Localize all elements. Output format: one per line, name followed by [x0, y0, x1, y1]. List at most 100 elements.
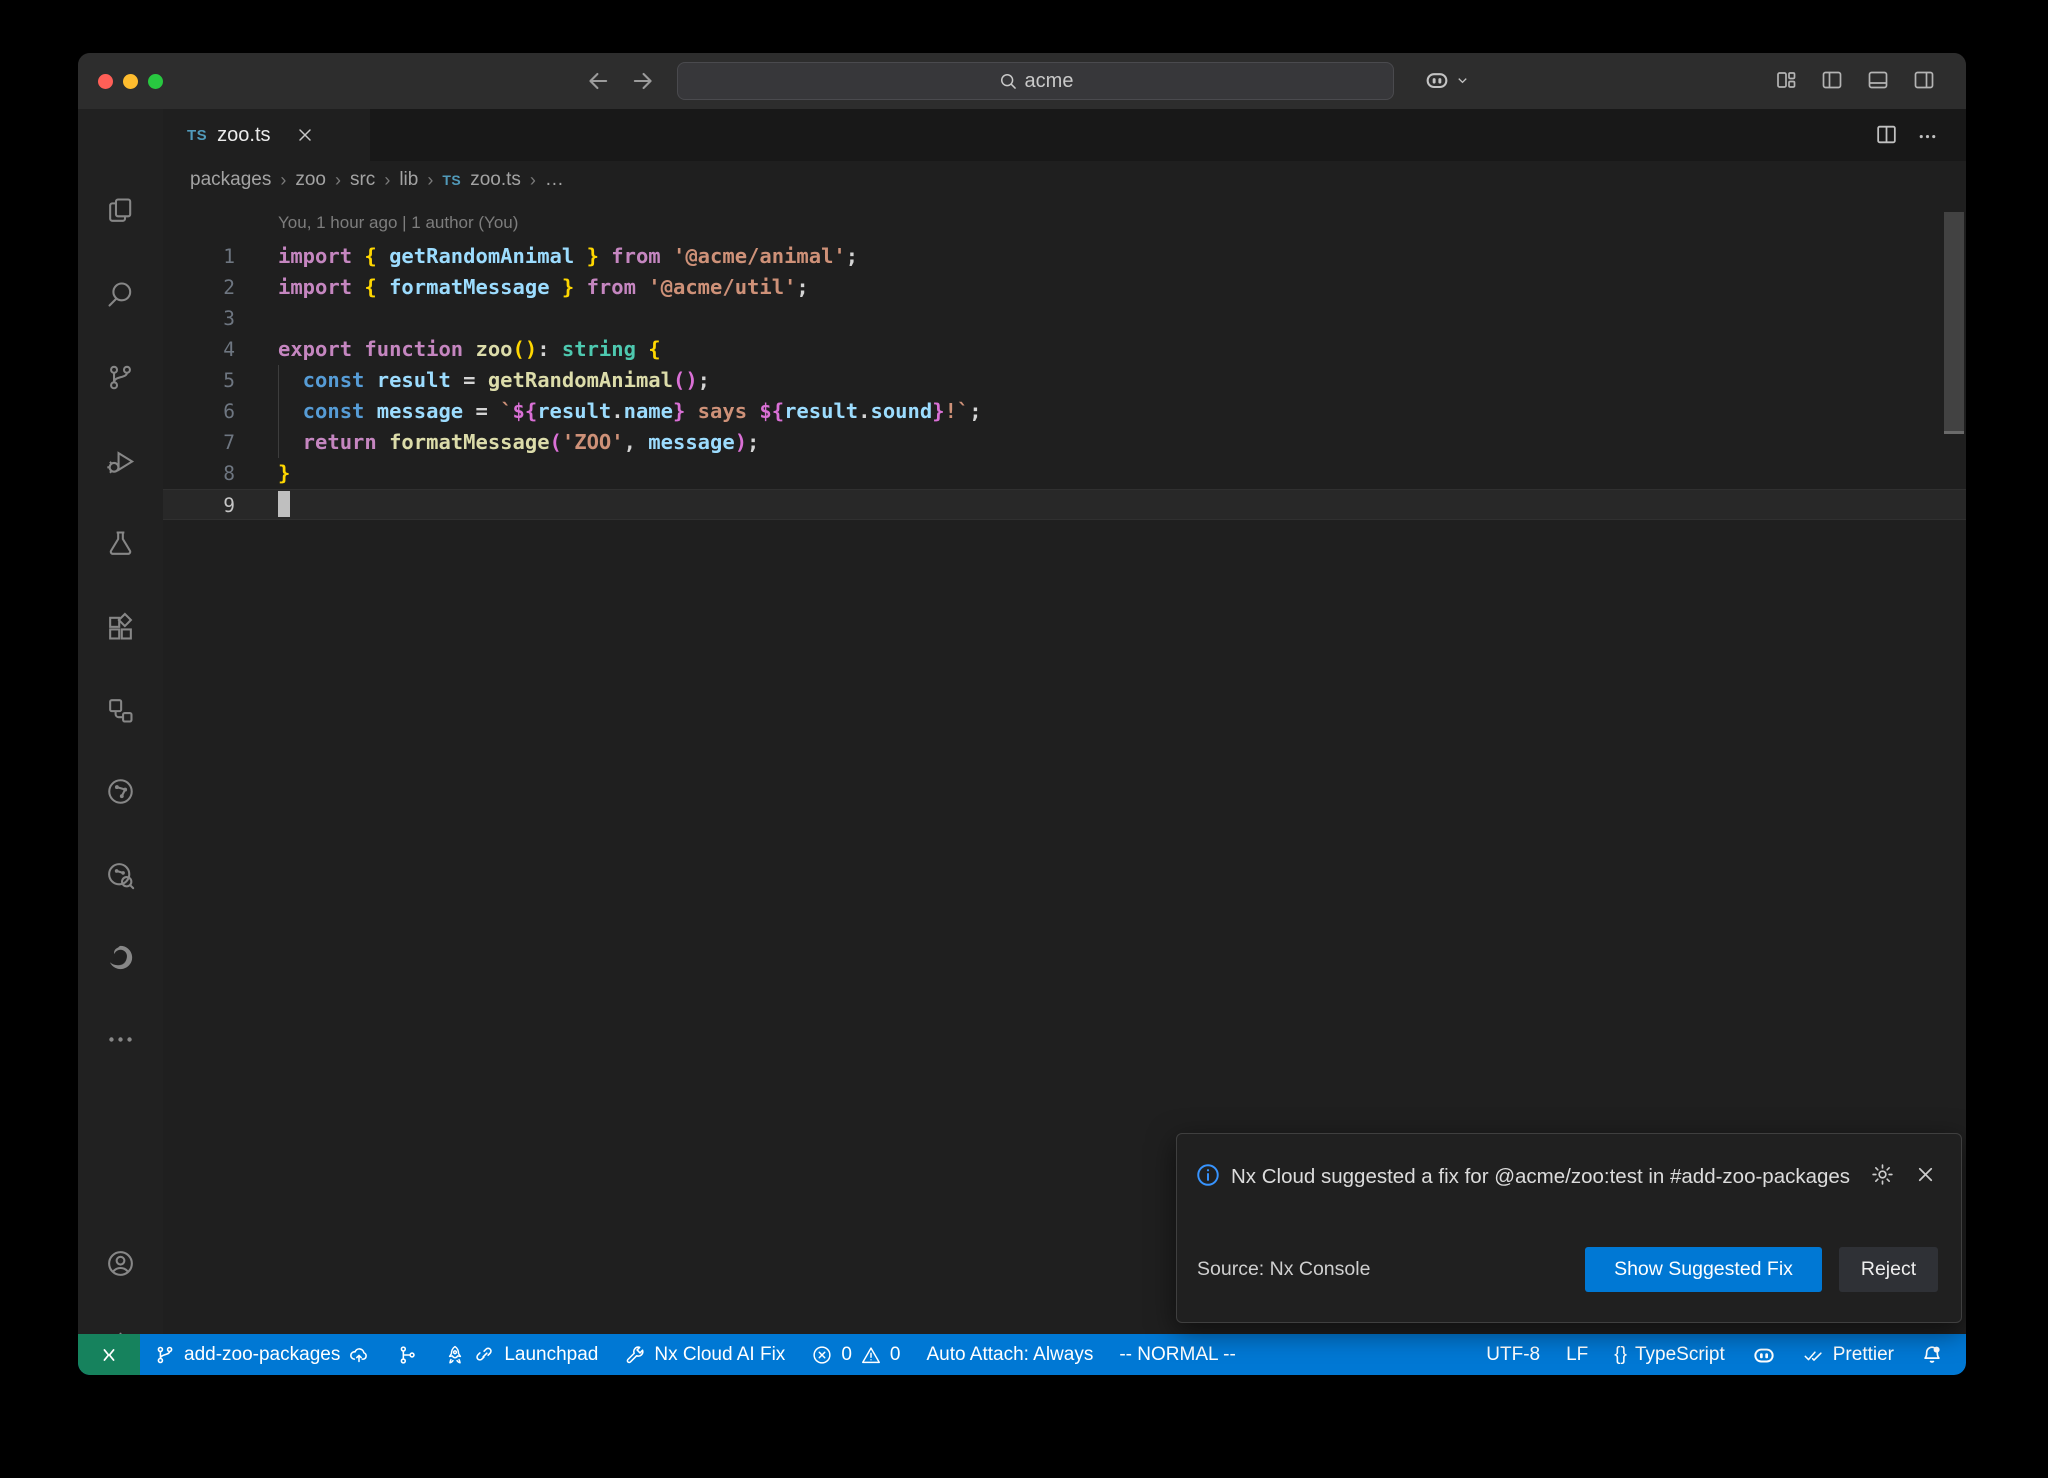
breadcrumb-item[interactable]: zoo	[295, 169, 326, 191]
project-details-status-item[interactable]	[396, 1344, 418, 1366]
source-control-icon[interactable]	[105, 362, 136, 393]
bell-icon	[1920, 1343, 1944, 1367]
close-tab-icon[interactable]	[295, 125, 315, 145]
code-text: export function zoo(): string {	[278, 334, 661, 365]
git-branch-icon	[154, 1344, 176, 1366]
vscode-window: acme	[78, 53, 1966, 1375]
desktop-background: acme	[0, 0, 2048, 1478]
reject-button[interactable]: Reject	[1839, 1247, 1938, 1292]
code-line[interactable]: 6 const message = `${result.name} says $…	[163, 396, 1966, 427]
explorer-icon[interactable]	[105, 195, 136, 226]
breadcrumb-item[interactable]: packages	[190, 169, 271, 191]
line-number[interactable]: 9	[163, 490, 278, 519]
line-number[interactable]: 3	[163, 303, 278, 334]
tab-label: zoo.ts	[217, 124, 270, 147]
typescript-file-icon: TS	[187, 127, 207, 144]
branch-status-item[interactable]: add-zoo-packages	[154, 1344, 370, 1366]
maximize-window-button[interactable]	[148, 74, 163, 89]
breadcrumb-item[interactable]: src	[350, 169, 375, 191]
command-center-search[interactable]: acme	[677, 62, 1394, 100]
braces-icon: {}	[1614, 1344, 1627, 1366]
nx-cloud-fix-label: Nx Cloud AI Fix	[654, 1344, 785, 1366]
code-line[interactable]: 5 const result = getRandomAnimal();	[163, 365, 1966, 396]
launchpad-label: Launchpad	[504, 1344, 598, 1366]
line-number[interactable]: 8	[163, 458, 278, 489]
code-line[interactable]: 7 return formatMessage('ZOO', message);	[163, 427, 1966, 458]
problems-status-item[interactable]: 0 0	[811, 1344, 900, 1366]
vim-mode-status-item[interactable]: -- NORMAL --	[1119, 1344, 1235, 1366]
search-view-icon[interactable]	[105, 279, 136, 310]
breadcrumb-overflow[interactable]: …	[545, 169, 564, 191]
auto-attach-status-item[interactable]: Auto Attach: Always	[926, 1344, 1093, 1366]
line-number[interactable]: 7	[163, 427, 278, 458]
copilot-menu[interactable]	[1423, 66, 1470, 94]
extensions-icon[interactable]	[105, 612, 136, 643]
account-icon[interactable]	[105, 1248, 136, 1279]
forward-icon[interactable]	[629, 67, 657, 95]
notification-message: Nx Cloud suggested a fix for @acme/zoo:t…	[1231, 1158, 1871, 1196]
title-bar: acme	[78, 53, 1966, 109]
language-status-item[interactable]: {} TypeScript	[1614, 1344, 1724, 1366]
toggle-sidebar-right-icon[interactable]	[1912, 68, 1936, 92]
code-lines: 1import { getRandomAnimal } from '@acme/…	[163, 241, 1966, 520]
search-value: acme	[1025, 70, 1074, 93]
formatter-label: Prettier	[1833, 1344, 1894, 1366]
code-line[interactable]: 3	[163, 303, 1966, 334]
remote-indicator[interactable]	[78, 1334, 140, 1375]
nx-console-icon[interactable]	[105, 776, 136, 807]
scrollbar-slider[interactable]	[1944, 212, 1964, 434]
code-text: import { formatMessage } from '@acme/uti…	[278, 272, 809, 303]
show-suggested-fix-button[interactable]: Show Suggested Fix	[1585, 1247, 1822, 1292]
close-window-button[interactable]	[98, 74, 113, 89]
eol-status-item[interactable]: LF	[1566, 1344, 1588, 1366]
tab-zoo-ts[interactable]: TS zoo.ts	[163, 109, 370, 161]
toggle-panel-icon[interactable]	[1866, 68, 1890, 92]
customize-layout-icon[interactable]	[1774, 68, 1798, 92]
code-line[interactable]: 8}	[163, 458, 1966, 489]
chevron-down-icon	[1455, 73, 1470, 88]
line-number[interactable]: 6	[163, 396, 278, 427]
nx-cloud-fix-status-item[interactable]: Nx Cloud AI Fix	[624, 1344, 785, 1366]
encoding-status-item[interactable]: UTF-8	[1486, 1344, 1540, 1366]
project-graph-icon[interactable]	[105, 695, 136, 726]
breadcrumb-item[interactable]: lib	[399, 169, 418, 191]
warning-count: 0	[890, 1344, 901, 1366]
code-line[interactable]: 1import { getRandomAnimal } from '@acme/…	[163, 241, 1966, 272]
notification-settings-gear-icon[interactable]	[1870, 1162, 1895, 1187]
code-line[interactable]: 9	[163, 489, 1966, 520]
notifications-bell[interactable]	[1920, 1343, 1944, 1367]
split-editor-icon[interactable]	[1874, 122, 1899, 147]
notification-close-icon[interactable]	[1914, 1163, 1937, 1186]
search-icon	[998, 71, 1018, 91]
more-actions-icon[interactable]	[1915, 122, 1940, 147]
project-tree-icon	[396, 1344, 418, 1366]
nx-cloud-icon[interactable]	[105, 860, 136, 891]
toggle-sidebar-left-icon[interactable]	[1820, 68, 1844, 92]
minimize-window-button[interactable]	[123, 74, 138, 89]
edge-devtools-icon[interactable]	[105, 942, 136, 973]
vim-block-cursor	[278, 491, 290, 517]
double-check-icon	[1803, 1344, 1825, 1366]
launchpad-status-item[interactable]: Launchpad	[444, 1344, 598, 1366]
info-icon	[1195, 1162, 1221, 1188]
run-debug-icon[interactable]	[105, 446, 136, 477]
code-text: const result = getRandomAnimal();	[278, 365, 710, 396]
line-number[interactable]: 1	[163, 241, 278, 272]
line-number[interactable]: 5	[163, 365, 278, 396]
code-line[interactable]: 2import { formatMessage } from '@acme/ut…	[163, 272, 1966, 303]
more-views-icon[interactable]	[105, 1024, 136, 1055]
breadcrumb-item[interactable]: zoo.ts	[470, 169, 521, 191]
testing-icon[interactable]	[105, 528, 136, 559]
copilot-icon	[1751, 1342, 1777, 1368]
copilot-status-item[interactable]	[1751, 1342, 1777, 1368]
line-number[interactable]: 4	[163, 334, 278, 365]
breadcrumb: packages › zoo › src › lib › TS zoo.ts ›…	[163, 161, 1966, 199]
code-line[interactable]: 4export function zoo(): string {	[163, 334, 1966, 365]
back-icon[interactable]	[584, 67, 612, 95]
activity-bar	[78, 109, 163, 1334]
eol-label: LF	[1566, 1344, 1588, 1366]
formatter-status-item[interactable]: Prettier	[1803, 1344, 1894, 1366]
code-text: import { getRandomAnimal } from '@acme/a…	[278, 241, 858, 272]
line-number[interactable]: 2	[163, 272, 278, 303]
encoding-label: UTF-8	[1486, 1344, 1540, 1366]
